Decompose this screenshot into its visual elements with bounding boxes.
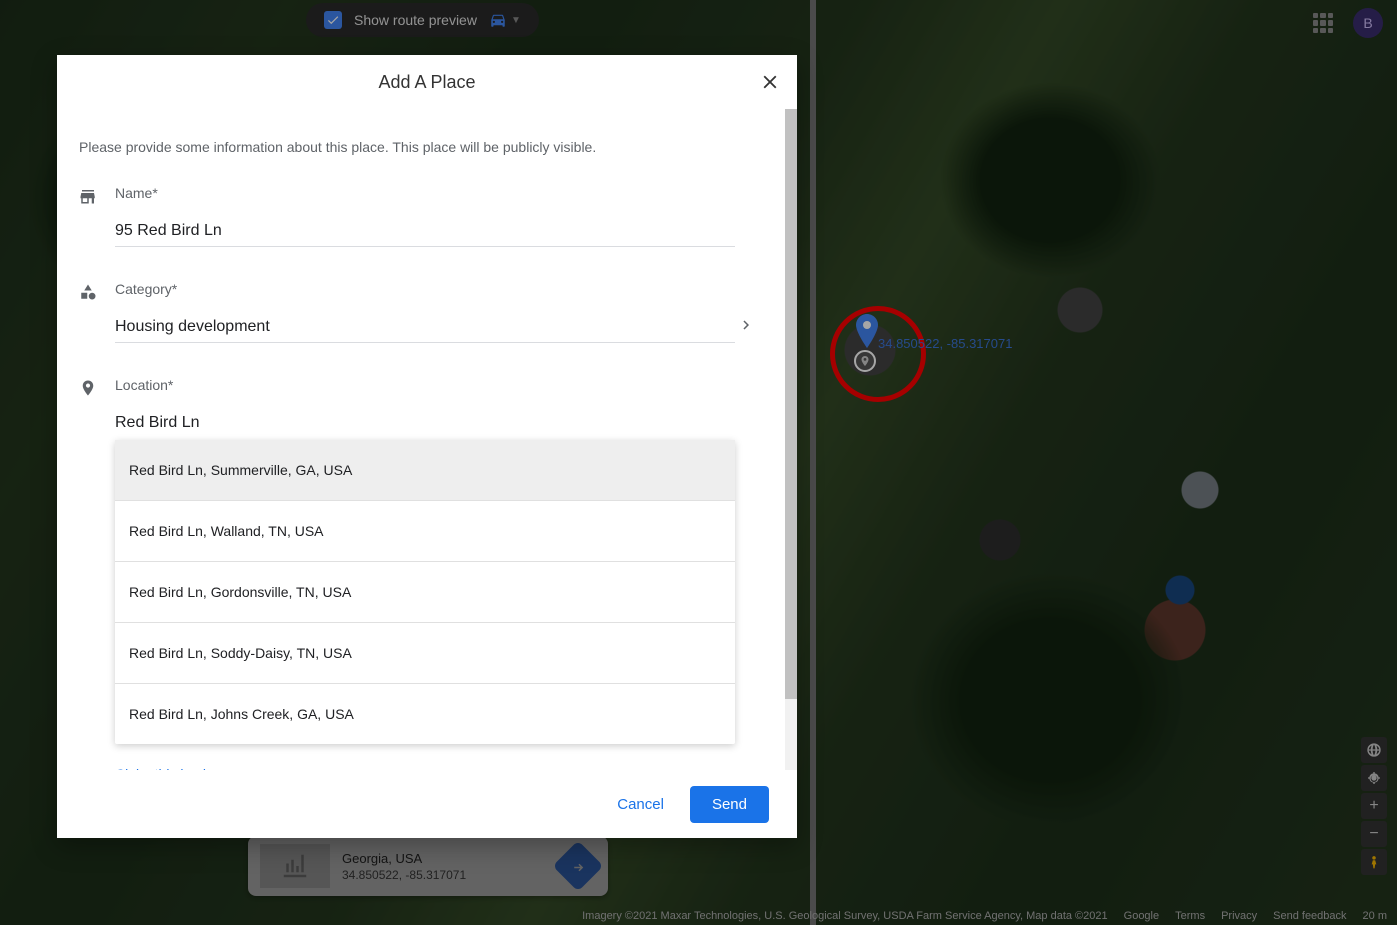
chevron-right-icon[interactable] — [737, 316, 755, 339]
send-button[interactable]: Send — [690, 786, 769, 823]
claim-business-link[interactable]: Claim this business — [115, 766, 775, 770]
suggestion-item[interactable]: Red Bird Ln, Walland, TN, USA — [115, 501, 735, 562]
store-icon — [79, 187, 97, 210]
modal-title: Add A Place — [378, 72, 475, 93]
add-place-modal: Add A Place Please provide some informat… — [57, 55, 797, 838]
close-icon[interactable] — [759, 71, 781, 93]
name-input[interactable] — [115, 216, 735, 247]
suggestion-item[interactable]: Red Bird Ln, Soddy-Daisy, TN, USA — [115, 623, 735, 684]
category-input[interactable] — [115, 312, 735, 343]
category-label: Category* — [115, 281, 177, 297]
name-label: Name* — [115, 185, 158, 201]
suggestion-item[interactable]: Red Bird Ln, Johns Creek, GA, USA — [115, 684, 735, 744]
location-pin-icon — [79, 379, 97, 402]
suggestion-item[interactable]: Red Bird Ln, Gordonsville, TN, USA — [115, 562, 735, 623]
category-icon — [79, 283, 97, 306]
suggestion-item[interactable]: Red Bird Ln, Summerville, GA, USA — [115, 440, 735, 501]
modal-scroll-area[interactable]: Please provide some information about th… — [57, 109, 797, 770]
location-label: Location* — [115, 377, 173, 393]
location-input[interactable] — [115, 408, 735, 438]
intro-text: Please provide some information about th… — [79, 139, 775, 155]
location-suggestions-dropdown: Red Bird Ln, Summerville, GA, USA Red Bi… — [115, 440, 735, 744]
cancel-button[interactable]: Cancel — [601, 786, 680, 823]
